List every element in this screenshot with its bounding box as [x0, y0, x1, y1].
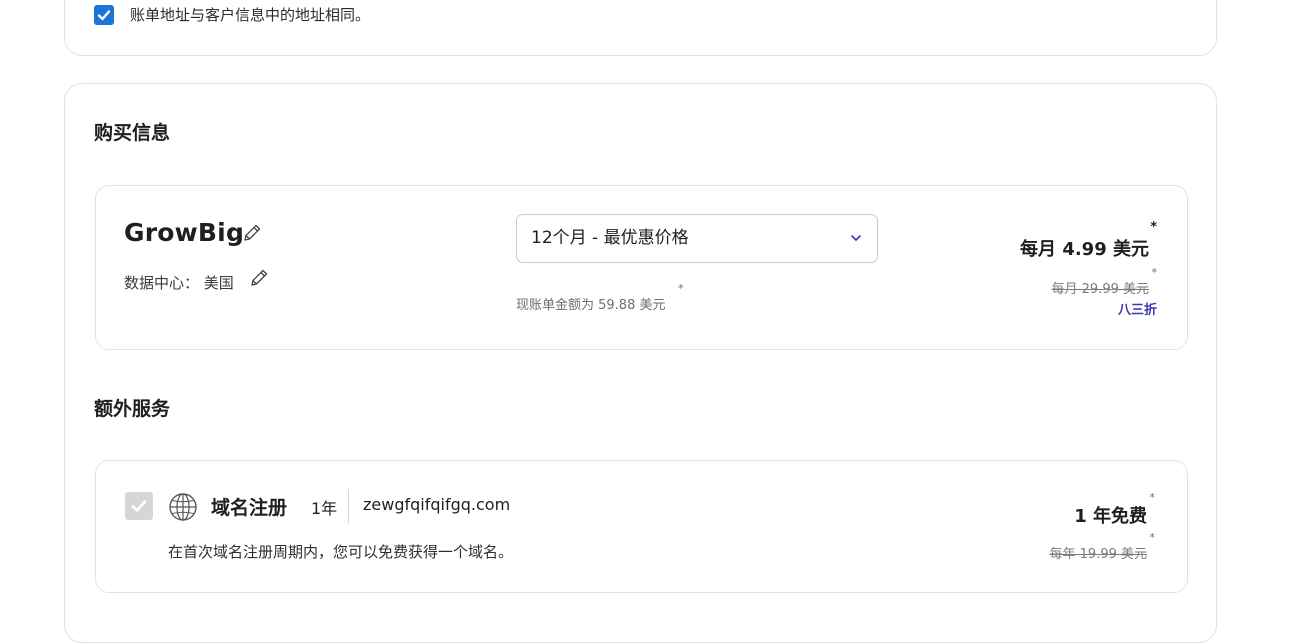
- chevron-down-icon: [851, 235, 861, 241]
- domain-old-price-asterisk: *: [1149, 531, 1156, 544]
- edit-datacenter-pencil-icon[interactable]: [248, 267, 270, 293]
- billing-period-select[interactable]: 12个月 - 最优惠价格: [516, 214, 878, 263]
- divider: [348, 489, 349, 523]
- datacenter-line: 数据中心： 美国: [124, 272, 234, 293]
- plan-box: GrowBig 数据中心： 美国 12个月 - 最优惠价格 现账单金额为 59.…: [95, 185, 1188, 350]
- old-price-asterisk: *: [1151, 266, 1158, 279]
- domain-description: 在首次域名注册周期内，您可以免费获得一个域名。: [168, 543, 514, 561]
- domain-term: 1年: [311, 499, 338, 518]
- same-address-checkbox[interactable]: [94, 5, 114, 25]
- purchase-info-title: 购买信息: [94, 122, 171, 144]
- domain-registration-title: 域名注册: [211, 497, 288, 519]
- domain-service-box: 域名注册 1年 zewgfqifqifgq.com 在首次域名注册周期内，您可以…: [95, 460, 1188, 593]
- plan-price: 每月 4.99 美元: [1020, 239, 1149, 260]
- extra-services-title: 额外服务: [94, 398, 171, 420]
- edit-plan-pencil-icon[interactable]: [241, 222, 263, 248]
- globe-icon: [169, 493, 197, 521]
- check-icon: [97, 10, 111, 21]
- domain-old-price: 每年 19.99 美元: [1049, 547, 1147, 562]
- plan-old-price: 每月 29.99 美元: [1051, 282, 1149, 297]
- domain-price: 1 年免费: [1074, 506, 1147, 527]
- plan-price-asterisk: *: [1150, 220, 1157, 235]
- domain-name: zewgfqifqifgq.com: [363, 495, 511, 514]
- discount-badge: 八三折: [1117, 303, 1157, 318]
- domain-price-asterisk: *: [1149, 491, 1156, 504]
- same-address-label: 账单地址与客户信息中的地址相同。: [130, 6, 371, 24]
- check-icon: [131, 500, 147, 512]
- purchase-info-card: 购买信息 GrowBig 数据中心： 美国 12个月 - 最优惠价格 现账单金额…: [64, 83, 1217, 643]
- datacenter-value: 美国: [203, 274, 234, 292]
- bill-amount-note: 现账单金额为 59.88 美元: [516, 298, 666, 313]
- domain-checkbox-disabled: [125, 492, 153, 520]
- datacenter-label: 数据中心：: [124, 274, 200, 292]
- plan-name: GrowBig: [124, 218, 245, 247]
- billing-address-card: 账单地址与客户信息中的地址相同。: [64, 0, 1217, 56]
- billing-period-value: 12个月 - 最优惠价格: [531, 228, 689, 248]
- bill-note-asterisk: *: [678, 282, 684, 295]
